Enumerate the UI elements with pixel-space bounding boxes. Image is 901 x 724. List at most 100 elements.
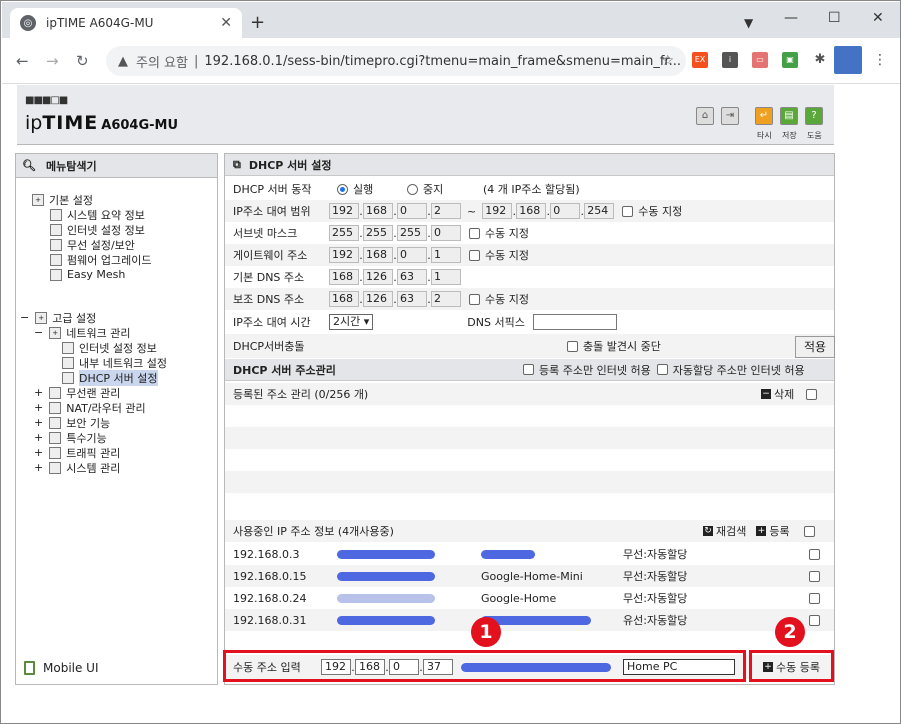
subnet-3[interactable]: 255 (397, 225, 427, 241)
dns2-3[interactable]: 63 (397, 291, 427, 307)
delete-all-checkbox[interactable] (806, 388, 818, 400)
subnet-manual-checkbox[interactable] (469, 227, 480, 239)
tree-easymesh[interactable]: Easy Mesh (50, 267, 125, 282)
range-start-2[interactable]: 168 (363, 203, 393, 219)
reg-only-checkbox[interactable] (523, 364, 534, 375)
dns-suffix-input[interactable] (533, 314, 618, 330)
alloc-note: (4 개 IP주소 할당됨) (483, 183, 580, 196)
maximize-button[interactable]: ☐ (828, 10, 841, 26)
gateway-2[interactable]: 168 (363, 247, 393, 263)
inuse-all-checkbox[interactable] (803, 525, 815, 537)
subnet-2[interactable]: 255 (363, 225, 393, 241)
profile-avatar[interactable] (834, 46, 862, 74)
tree-traffic[interactable]: + 트래픽 관리 (34, 445, 120, 460)
model-name: A604G-MU (101, 118, 179, 133)
row-checkbox[interactable] (809, 548, 820, 560)
router-page: ■■■□■ ipTIME A604G-MU ⌂ ⇥ ↵ ▤ ? 타시 저장 도움 … (15, 85, 838, 715)
tree-internet-setting[interactable]: 인터넷 설정 정보 (62, 340, 157, 355)
range-manual-checkbox[interactable] (622, 205, 634, 217)
delete-button[interactable]: − 삭제 (761, 386, 794, 402)
upgrade-icon (50, 253, 62, 266)
register-button[interactable]: + 등록 (756, 523, 790, 539)
tree-security[interactable]: + 보안 기능 (34, 415, 110, 430)
tree-basic[interactable]: + 기본 설정 (32, 192, 93, 207)
tab-bar: ◎ ipTIME A604G-MU ✕ + ▼ — ☐ ✕ (2, 2, 900, 38)
extension-ex-icon[interactable]: EX (692, 52, 708, 68)
new-tab-button[interactable]: + (250, 12, 265, 33)
range-end-2[interactable]: 168 (516, 203, 547, 219)
range-end-4[interactable]: 254 (584, 203, 615, 219)
extension-screen-icon[interactable]: ▣ (782, 52, 798, 68)
save-icon[interactable]: ▤ (780, 107, 798, 125)
tree-system[interactable]: + 시스템 관리 (34, 460, 120, 475)
rescan-button[interactable]: ↻ 재검색 (703, 523, 746, 539)
help-icon[interactable]: ? (805, 107, 823, 125)
tab-iptime[interactable]: ◎ ipTIME A604G-MU ✕ (10, 8, 242, 38)
range-end-1[interactable]: 192 (482, 203, 513, 219)
range-end-3[interactable]: 0 (550, 203, 581, 219)
tree-wireless[interactable]: 무선 설정/보안 (50, 237, 135, 252)
address-bar[interactable]: ▲ 주의 요함 | 192.168.0.1/sess-bin/timepro.c… (106, 46, 686, 76)
menu-icon[interactable]: ⋮ (872, 52, 888, 68)
row-checkbox[interactable] (809, 592, 820, 604)
logout-icon[interactable]: ⇥ (721, 107, 739, 125)
tree-nat[interactable]: + NAT/라우터 관리 (34, 400, 146, 415)
dns2-1[interactable]: 168 (329, 291, 359, 307)
auto-only-checkbox[interactable] (656, 364, 668, 375)
dns2-2[interactable]: 126 (363, 291, 393, 307)
forward-arrow-icon[interactable]: → (46, 52, 59, 70)
gateway-3[interactable]: 0 (397, 247, 427, 263)
range-start-4[interactable]: 2 (431, 203, 461, 219)
tree-internet-info[interactable]: 인터넷 설정 정보 (50, 222, 145, 237)
home-icon[interactable]: ⌂ (696, 107, 714, 125)
subnet-1[interactable]: 255 (329, 225, 359, 241)
extension-cast-icon[interactable]: ▭ (752, 52, 768, 68)
mac-redacted (337, 592, 481, 605)
phone-icon (24, 661, 35, 675)
tree-wlan[interactable]: + 무선랜 관리 (34, 385, 120, 400)
tree-advanced[interactable]: − + 고급 설정 (20, 310, 96, 325)
dns1-3[interactable]: 63 (397, 269, 427, 285)
dns1-1[interactable]: 168 (329, 269, 359, 285)
dns2-4[interactable]: 2 (431, 291, 461, 307)
apply-button[interactable]: 적용 (795, 336, 835, 358)
tree-network[interactable]: − + 네트워크 관리 (34, 325, 130, 340)
mac-redacted (337, 570, 481, 583)
range-start-1[interactable]: 192 (329, 203, 359, 219)
conflict-checkbox[interactable] (567, 340, 578, 352)
gateway-manual-checkbox[interactable] (469, 249, 480, 261)
range-start-3[interactable]: 0 (397, 203, 427, 219)
subnet-4[interactable]: 0 (431, 225, 461, 241)
tree-system-summary[interactable]: 시스템 요약 정보 (50, 207, 145, 222)
mobile-ui-link[interactable]: Mobile UI (24, 661, 99, 675)
tree-special[interactable]: + 특수기능 (34, 430, 107, 445)
tab-search-icon[interactable]: ▼ (744, 16, 753, 30)
lease-select[interactable]: 2시간 ▾ (329, 314, 374, 330)
row-checkbox[interactable] (809, 570, 820, 582)
gateway-4[interactable]: 1 (431, 247, 461, 263)
dhcp-op-row: DHCP 서버 동작 실행 중지 (4 개 IP주소 할당됨) (233, 183, 580, 196)
restart-icon[interactable]: ↵ (755, 107, 773, 125)
dns1-4[interactable]: 1 (431, 269, 461, 285)
star-icon[interactable]: ☆ (661, 53, 674, 69)
tree-firmware[interactable]: 펌웨어 업그레이드 (50, 252, 151, 267)
row-ip: 192.168.0.3 (233, 547, 300, 561)
dhcp-run-radio[interactable] (337, 183, 348, 195)
minimize-button[interactable]: — (784, 10, 798, 26)
wifi-icon (49, 386, 62, 399)
dns1-2[interactable]: 126 (363, 269, 393, 285)
highlight-manual-register (749, 650, 834, 682)
extension-info-icon[interactable]: i (722, 52, 738, 68)
dhcp-stop-radio[interactable] (407, 183, 418, 195)
tree-internal-network[interactable]: 내부 네트워크 설정 (62, 355, 167, 370)
close-tab-icon[interactable]: ✕ (220, 15, 232, 31)
gateway-1[interactable]: 192 (329, 247, 359, 263)
row-checkbox[interactable] (809, 614, 820, 626)
step-badge-1: 1 (471, 617, 501, 647)
close-window-button[interactable]: ✕ (872, 10, 884, 26)
back-arrow-icon[interactable]: ← (16, 52, 29, 70)
dns2-manual-checkbox[interactable] (469, 293, 480, 305)
reload-icon[interactable]: ↻ (76, 52, 89, 70)
puzzle-icon[interactable]: ✱ (812, 52, 828, 68)
tree-dhcp-server[interactable]: DHCP 서버 설정 (62, 369, 158, 386)
